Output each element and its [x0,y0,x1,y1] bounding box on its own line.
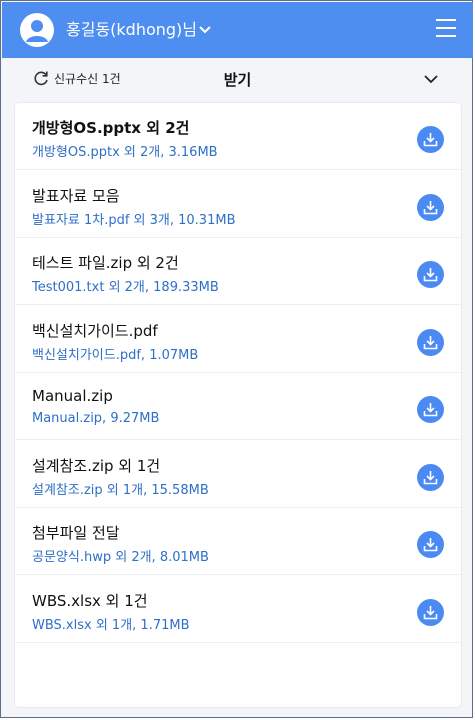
download-button[interactable] [417,531,444,558]
download-icon [423,403,438,417]
download-icon [423,470,438,484]
hamburger-menu-icon[interactable] [436,18,458,40]
list-item[interactable]: Manual.zip Manual.zip, 9.27MB [15,373,461,440]
file-detail: 발표자료 1차.pdf 외 3개, 10.31MB [32,212,236,228]
file-title: 설계참조.zip 외 1건 [32,456,161,475]
download-icon [423,605,438,619]
list-item[interactable]: 개방형OS.pptx 외 2건개방형OS.pptx 외 2개, 3.16MB [15,103,461,170]
download-button[interactable] [417,126,444,153]
file-detail: 개방형OS.pptx 외 2개, 3.16MB [32,145,218,160]
download-button[interactable] [417,463,444,491]
file-detail: Manual.zip, 9.27MB [32,411,160,426]
download-button[interactable] [417,261,444,288]
list-item[interactable]: 설계참조.zip 외 1건설계참조.zip 외 1개, 15.58MB [15,441,461,508]
file-title: WBS.xlsx 외 1건 [32,591,148,610]
file-detail: Test001.txt 외 2개, 189.33MB [32,280,219,295]
toolbar: 신규수신 1건 받기 [2,58,473,102]
download-button[interactable] [417,396,444,423]
refresh-label: 신규수신 1건 [54,71,121,86]
received-file-list: 개방형OS.pptx 외 2건 개방형OS.pptx 외 2개, 3.16MB 발표… [15,103,461,707]
refresh-button[interactable]: 신규수신 1건 [32,69,121,87]
list-item[interactable]: WBS.xlsx 외 1건 WBS.xlsx 외 1개, 1.71MB [15,576,461,643]
download-button[interactable] [417,328,444,356]
refresh-icon [34,71,48,86]
file-title: 백신설치가이드.pdf [32,321,158,340]
download-icon [423,335,438,349]
file-detail: 설계참조.zip 외 1개, 15.58MB [32,482,209,498]
file-detail: 공문양식.hwp 외 2개, 8.01MB [32,550,209,565]
list-item[interactable]: 발표자료 모음발표자료 1차.pdf 외 3개, 10.31MB [15,171,461,238]
file-title: 첨부파일 전달 [32,524,120,542]
file-detail: WBS.xlsx 외 1개, 1.71MB [32,617,190,633]
file-title: 발표자료 모음 [32,186,120,205]
list-item[interactable]: 테스트 파일.zip 외 2건 Test001.txt 외 2개, 189.33M… [15,238,461,305]
user-avatar-icon[interactable] [20,13,54,47]
file-title: 개방형OS.pptx 외 2건 [32,119,190,137]
list-item[interactable]: 첨부파일 전달공문양식.hwp 외 2개, 8.01MB [15,508,461,575]
download-icon [423,133,438,147]
chevron-down-icon[interactable] [422,70,440,88]
file-detail: 백신설치가이드.pdf, 1.07MB [32,347,199,363]
file-title: Manual.zip [32,387,113,405]
file-title: 테스트 파일.zip 외 2건 [32,254,179,272]
chevron-down-icon[interactable] [198,24,212,36]
user-name[interactable]: 홍길동(kdhong)님 [66,20,197,40]
list-item[interactable]: 백신설치가이드.pdf 백신설치가이드.pdf, 1.07MB [15,306,461,373]
download-icon [423,200,438,214]
download-icon [423,538,438,552]
download-button[interactable] [417,193,444,221]
download-icon [423,268,438,282]
download-button[interactable] [417,598,444,626]
app-header: 홍길동(kdhong)님 [2,2,473,58]
app-frame: 홍길동(kdhong)님 신규수신 1건 받기 개방형OS.pptx 외 2건 개… [0,0,473,718]
